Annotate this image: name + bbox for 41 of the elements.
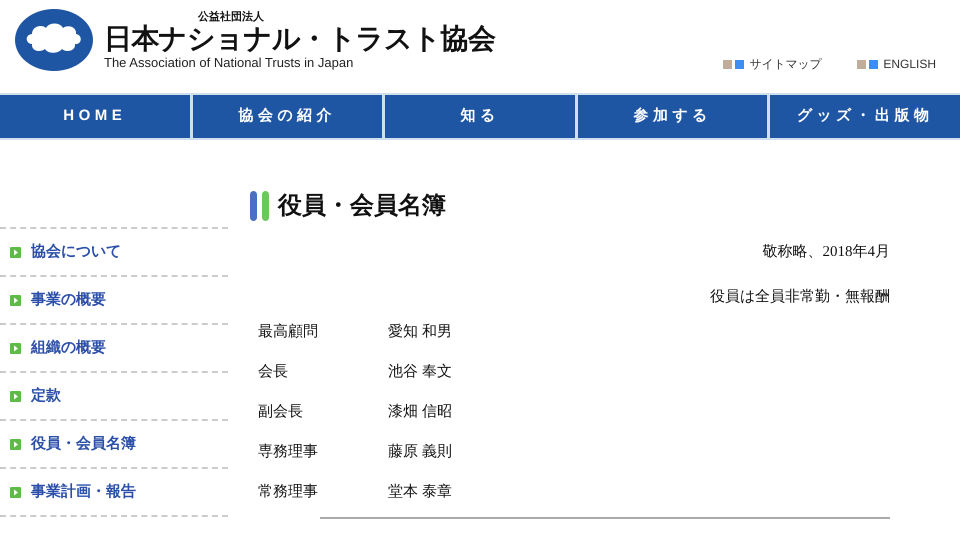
play-icon [10,390,21,402]
nav-tab[interactable]: 参加する [578,95,768,138]
sidebar-link[interactable]: 定款 [31,384,61,408]
date-note: 敬称略、2018年4月 [762,243,890,262]
officer-role: 副会長 [258,403,304,422]
play-icon [10,246,21,258]
nav-tab[interactable]: 協会の紹介 [192,95,382,138]
org-name-english: The Association of National Trusts in Japan [104,56,354,68]
square-icon [723,60,732,68]
note-text: 役員は全員非常勤・無報酬 [710,288,890,306]
officer-role: 最高顧問 [258,322,319,342]
page-title: 役員・会員名簿 [278,192,446,221]
sidebar-link[interactable]: 組織の概要 [31,336,106,360]
officer-name: 堂本 泰章 [388,482,452,502]
play-icon [10,438,21,450]
square-icon [869,60,878,68]
header-link[interactable]: ENGLISH [857,55,936,73]
play-icon [10,486,21,498]
officer-name: 漆畑 信昭 [388,402,452,422]
nav-tab[interactable]: HOME [0,95,190,138]
nav-tab[interactable]: 知る [385,95,575,138]
officer-role: 常務理事 [258,482,319,502]
square-icon [857,60,866,68]
officer-name: 藤原 義則 [388,442,452,462]
sidebar-link[interactable]: 役員・会員名簿 [31,432,136,456]
officer-role: 会長 [258,363,289,382]
sidebar-link[interactable]: 事業計画・報告 [31,480,136,504]
title-bars-icon [250,191,270,221]
sidebar-link[interactable]: 事業の概要 [31,288,106,312]
play-icon [10,342,21,354]
org-name: 日本ナショナル・トラスト協会 [104,24,496,52]
org-type: 公益社団法人 [198,12,265,22]
cloud-logo-icon [14,8,94,72]
officer-name: 愛知 和男 [388,322,452,342]
officer-role: 専務理事 [258,442,319,462]
play-icon [10,294,21,306]
square-icon [735,60,744,68]
nav-tab[interactable]: グッズ・出版物 [770,95,960,138]
header-link[interactable]: サイトマップ [723,55,822,73]
officer-name: 池谷 奉文 [388,362,452,382]
sidebar-link[interactable]: 協会について [31,240,121,264]
